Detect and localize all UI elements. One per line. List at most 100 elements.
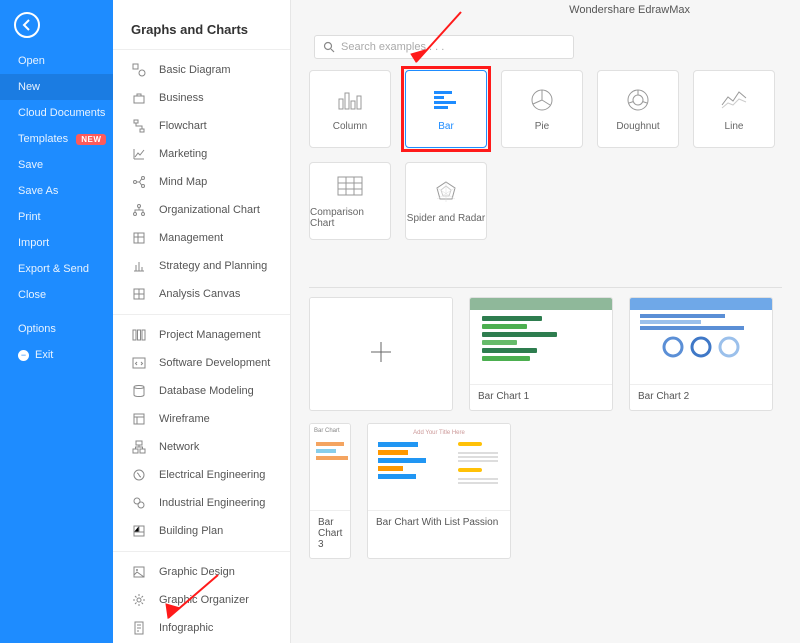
bar-chart-icon bbox=[430, 87, 462, 113]
template-preview bbox=[470, 298, 612, 384]
cat-wireframe[interactable]: Wireframe bbox=[113, 405, 290, 433]
cat-building-plan[interactable]: Building Plan bbox=[113, 517, 290, 545]
cat-basic-diagram[interactable]: Basic Diagram bbox=[113, 56, 290, 84]
template-bar-chart-3[interactable]: Bar Chart Bar Chart 3 bbox=[309, 423, 351, 559]
cat-mind-map[interactable]: Mind Map bbox=[113, 168, 290, 196]
cat-strategy[interactable]: Strategy and Planning bbox=[113, 252, 290, 280]
search-icon bbox=[323, 41, 335, 53]
category-group-2: Project Management Software Development … bbox=[113, 314, 290, 551]
nav-import[interactable]: Import bbox=[0, 230, 113, 256]
nav-save[interactable]: Save bbox=[0, 152, 113, 178]
exit-icon: − bbox=[18, 350, 29, 361]
wireframe-icon bbox=[131, 411, 147, 427]
category-sidebar: Graphs and Charts Basic Diagram Business… bbox=[113, 0, 291, 643]
database-icon bbox=[131, 383, 147, 399]
graphic-organizer-icon bbox=[131, 592, 147, 608]
code-icon bbox=[131, 355, 147, 371]
arrow-left-icon bbox=[21, 19, 33, 31]
template-preview: Bar Chart bbox=[310, 424, 350, 510]
cat-electrical[interactable]: Electrical Engineering bbox=[113, 461, 290, 489]
search-input[interactable] bbox=[341, 41, 565, 53]
chart-up-icon bbox=[131, 146, 147, 162]
columns-icon bbox=[131, 327, 147, 343]
template-blank[interactable] bbox=[309, 297, 453, 411]
line-chart-icon bbox=[718, 87, 750, 113]
template-bar-chart-2[interactable]: Bar Chart 2 bbox=[629, 297, 773, 411]
template-caption: Bar Chart 1 bbox=[470, 384, 612, 410]
management-icon bbox=[131, 230, 147, 246]
flowchart-icon bbox=[131, 118, 147, 134]
cat-software-dev[interactable]: Software Development bbox=[113, 349, 290, 377]
tile-pie[interactable]: Pie bbox=[501, 70, 583, 148]
graphic-design-icon bbox=[131, 564, 147, 580]
nav-save-as[interactable]: Save As bbox=[0, 178, 113, 204]
nav-export-send[interactable]: Export & Send bbox=[0, 256, 113, 282]
tile-comparison[interactable]: Comparison Chart bbox=[309, 162, 391, 240]
file-menu-sidebar: Open New Cloud Documents Templates NEW S… bbox=[0, 0, 113, 643]
template-caption: Bar Chart 3 bbox=[310, 510, 350, 558]
strategy-icon bbox=[131, 258, 147, 274]
nav-templates-label: Templates bbox=[18, 133, 68, 145]
nav-close[interactable]: Close bbox=[0, 282, 113, 308]
industrial-icon bbox=[131, 495, 147, 511]
cat-business[interactable]: Business bbox=[113, 84, 290, 112]
radar-chart-icon bbox=[430, 179, 462, 205]
shapes-icon bbox=[131, 62, 147, 78]
template-caption: Bar Chart 2 bbox=[630, 384, 772, 410]
cat-graphic-organizer[interactable]: Graphic Organizer bbox=[113, 586, 290, 614]
cat-database[interactable]: Database Modeling bbox=[113, 377, 290, 405]
main-content: Wondershare EdrawMax Column Bar Pie Doug… bbox=[291, 0, 800, 643]
infographic-icon bbox=[131, 620, 147, 636]
category-title: Graphs and Charts bbox=[113, 0, 290, 49]
grid-icon bbox=[131, 286, 147, 302]
cat-analysis-canvas[interactable]: Analysis Canvas bbox=[113, 280, 290, 308]
category-group-3: Graphic Design Graphic Organizer Infogra… bbox=[113, 551, 290, 643]
nav-exit[interactable]: − Exit bbox=[0, 342, 113, 368]
tile-bar[interactable]: Bar bbox=[405, 70, 487, 148]
blank-template-icon bbox=[310, 298, 452, 406]
tile-line[interactable]: Line bbox=[693, 70, 775, 148]
section-divider bbox=[309, 287, 782, 288]
nav-new[interactable]: New bbox=[0, 74, 113, 100]
template-grid: Bar Chart 1 bbox=[309, 297, 800, 559]
cat-marketing[interactable]: Marketing bbox=[113, 140, 290, 168]
pie-chart-icon bbox=[526, 87, 558, 113]
nav-templates[interactable]: Templates NEW bbox=[0, 126, 113, 152]
chart-type-grid: Column Bar Pie Doughnut Line Comparison … bbox=[309, 70, 800, 240]
cat-infographic[interactable]: Infographic bbox=[113, 614, 290, 642]
category-group-1: Basic Diagram Business Flowchart Marketi… bbox=[113, 49, 290, 314]
cat-project-mgmt[interactable]: Project Management bbox=[113, 321, 290, 349]
tile-doughnut[interactable]: Doughnut bbox=[597, 70, 679, 148]
mindmap-icon bbox=[131, 174, 147, 190]
cat-industrial[interactable]: Industrial Engineering bbox=[113, 489, 290, 517]
template-preview bbox=[630, 298, 772, 384]
building-plan-icon bbox=[131, 523, 147, 539]
nav-cloud-documents[interactable]: Cloud Documents bbox=[0, 100, 113, 126]
electrical-icon bbox=[131, 467, 147, 483]
column-chart-icon bbox=[334, 87, 366, 113]
org-chart-icon bbox=[131, 202, 147, 218]
cat-flowchart[interactable]: Flowchart bbox=[113, 112, 290, 140]
doughnut-chart-icon bbox=[622, 87, 654, 113]
nav-open[interactable]: Open bbox=[0, 48, 113, 74]
cat-org-chart[interactable]: Organizational Chart bbox=[113, 196, 290, 224]
cat-management[interactable]: Management bbox=[113, 224, 290, 252]
nav-options[interactable]: Options bbox=[0, 316, 113, 342]
template-caption: Bar Chart With List Passion bbox=[368, 510, 510, 536]
template-bar-chart-1[interactable]: Bar Chart 1 bbox=[469, 297, 613, 411]
template-bar-chart-list-passion[interactable]: Add Your Title Here bbox=[367, 423, 511, 559]
search-box[interactable] bbox=[314, 35, 574, 59]
app-title: Wondershare EdrawMax bbox=[569, 4, 690, 16]
cat-network[interactable]: Network bbox=[113, 433, 290, 461]
template-preview: Add Your Title Here bbox=[368, 424, 510, 510]
tile-spider-radar[interactable]: Spider and Radar bbox=[405, 162, 487, 240]
nav-exit-label: Exit bbox=[35, 349, 53, 361]
new-badge: NEW bbox=[76, 134, 106, 145]
network-icon bbox=[131, 439, 147, 455]
back-button[interactable] bbox=[14, 12, 40, 38]
cat-graphic-design[interactable]: Graphic Design bbox=[113, 558, 290, 586]
tile-column[interactable]: Column bbox=[309, 70, 391, 148]
briefcase-icon bbox=[131, 90, 147, 106]
comparison-chart-icon bbox=[334, 173, 366, 199]
nav-print[interactable]: Print bbox=[0, 204, 113, 230]
